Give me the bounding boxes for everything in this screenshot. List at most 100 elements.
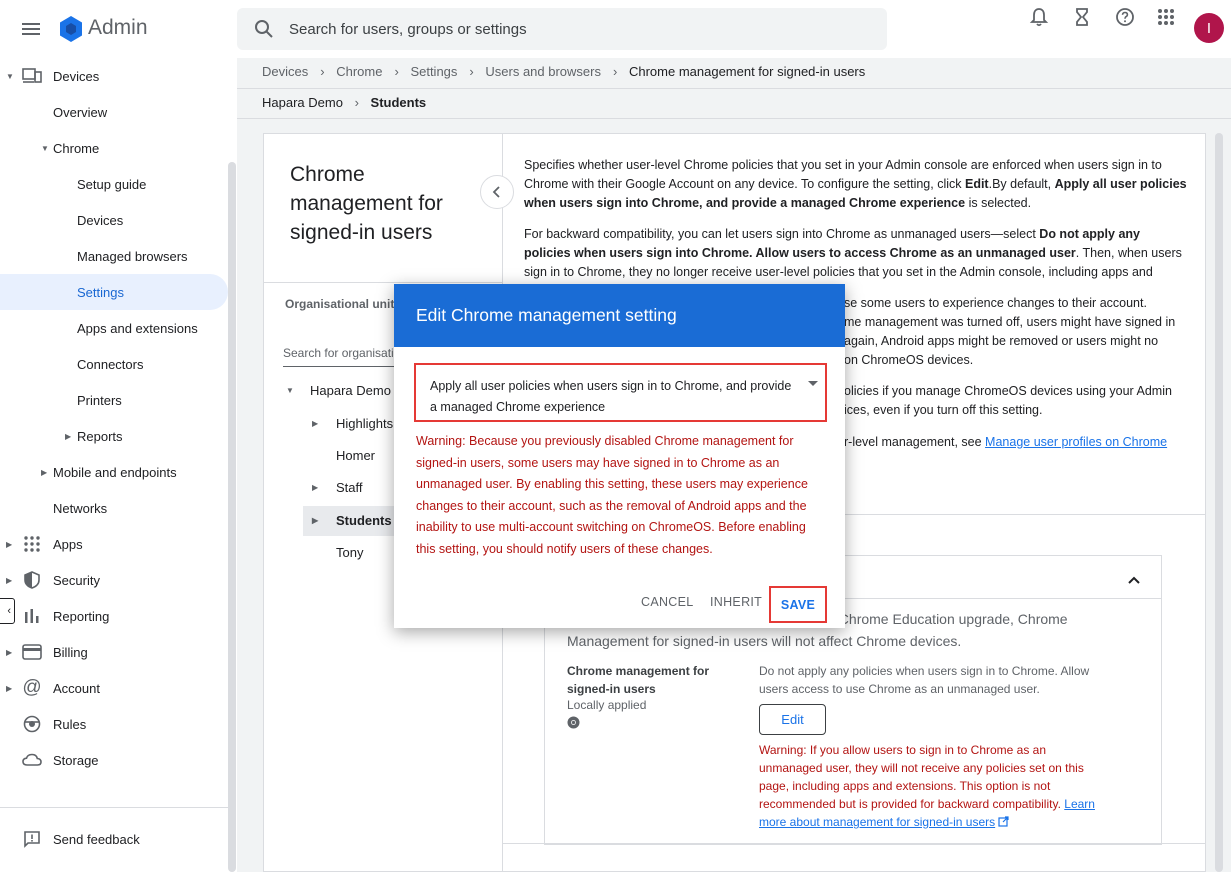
panel-divider [263, 282, 502, 283]
breadcrumb-chrome[interactable]: Chrome [336, 64, 382, 79]
dialog-title: Edit Chrome management setting [416, 305, 677, 325]
expand-right-icon: ▶ [6, 683, 13, 693]
sidebar-item-label: Overview [53, 104, 108, 120]
sidebar-item-rules[interactable]: Rules [0, 708, 228, 740]
sidebar-item-reports[interactable]: ▶ Reports [0, 420, 228, 452]
search-bar[interactable] [237, 8, 887, 50]
expand-down-icon: ▼ [6, 71, 14, 81]
setting-note-line: Management for signed-in users will not … [567, 633, 962, 649]
description-paragraph-5: r-level management, see Manage user prof… [844, 433, 1188, 452]
sidebar-item-label: Chrome [53, 140, 100, 156]
help-icon [1116, 8, 1134, 26]
setting-value: Do not apply any policies when users sig… [759, 664, 1090, 696]
ou-path: Hapara Demo › Students [262, 95, 426, 110]
sidebar-item-setup-guide[interactable]: Setup guide [0, 168, 228, 200]
edit-setting-dialog: Edit Chrome management setting Apply all… [394, 284, 845, 628]
description-paragraph-1: Specifies whether user-level Chrome poli… [524, 156, 1188, 213]
search-input[interactable] [289, 8, 869, 50]
cancel-button[interactable]: CANCEL [641, 595, 694, 609]
desc-line: olicies if you manage ChromeOS devices u… [844, 384, 1172, 398]
notifications-button[interactable] [1022, 0, 1056, 34]
sidebar-item-settings[interactable]: Settings [0, 274, 228, 310]
save-button[interactable]: SAVE [769, 586, 827, 623]
setting-dropdown[interactable]: Apply all user policies when users sign … [414, 363, 827, 422]
expand-right-icon: ▶ [6, 647, 13, 657]
billing-card-icon [22, 642, 42, 662]
feedback-icon [22, 829, 42, 849]
expand-right-icon: ▶ [312, 419, 319, 428]
description-paragraph-3: se some users to experience changes to t… [844, 294, 1188, 370]
inherit-button[interactable]: INHERIT [710, 595, 762, 609]
admin-logo-icon[interactable] [57, 15, 85, 43]
breadcrumb-current: Chrome management for signed-in users [628, 64, 866, 79]
sidebar-item-managed-browsers[interactable]: Managed browsers [0, 240, 228, 272]
sidebar-item-reporting[interactable]: Reporting [0, 600, 228, 632]
breadcrumb-separator: › [394, 64, 399, 79]
bell-icon [1029, 8, 1049, 27]
desc-line: se some users to experience changes to t… [844, 296, 1147, 310]
sidebar-item-overview[interactable]: Overview [0, 96, 228, 128]
setting-warning-text: Warning: If you allow users to sign in t… [759, 743, 1084, 811]
apps-launcher-button[interactable] [1149, 0, 1183, 34]
sidebar-item-connectors[interactable]: Connectors [0, 348, 228, 380]
sidebar-item-label: Billing [53, 644, 88, 660]
collapse-panel-button[interactable] [480, 175, 514, 209]
sidebar-item-chrome-devices[interactable]: Devices [0, 204, 228, 236]
security-shield-icon [22, 570, 42, 590]
sidebar-scrollbar[interactable] [228, 162, 236, 872]
ou-heading: Organisational units [285, 297, 402, 311]
ou-path-parent[interactable]: Hapara Demo [262, 95, 343, 110]
dialog-warning: Warning: Because you previously disabled… [416, 434, 808, 556]
edit-button[interactable]: Edit [759, 704, 826, 735]
expand-right-icon: ▶ [41, 467, 48, 477]
expand-down-icon: ▼ [286, 386, 294, 395]
breadcrumb-devices[interactable]: Devices [262, 64, 308, 79]
sidebar-item-devices[interactable]: ▼ Devices [0, 60, 228, 92]
storage-cloud-icon [22, 750, 42, 770]
sidebar-item-networks[interactable]: Networks [0, 492, 228, 524]
sidebar-item-apps-and-extensions[interactable]: Apps and extensions [0, 312, 228, 344]
send-feedback-button[interactable]: Send feedback [0, 823, 228, 855]
sidebar-item-label: Rules [53, 716, 87, 732]
sidebar-item-printers[interactable]: Printers [0, 384, 228, 416]
sidebar-item-mobile-and-endpoints[interactable]: ▶ Mobile and endpoints [0, 456, 228, 488]
sidebar-item-label: Apps and extensions [77, 320, 198, 336]
chevron-up-icon[interactable] [1124, 570, 1144, 590]
desc-text: For backward compatibility, you can let … [524, 227, 1040, 241]
manage-user-profiles-link[interactable]: Manage user profiles on Chrome [985, 435, 1167, 449]
breadcrumb-users-and-browsers[interactable]: Users and browsers [485, 64, 601, 79]
sidebar-item-label: Devices [77, 212, 124, 228]
devices-icon [22, 66, 42, 86]
avatar[interactable]: I [1194, 13, 1224, 43]
account-at-icon: @ [22, 677, 42, 698]
expand-right-icon: ▶ [6, 539, 13, 549]
sidebar-item-label: Reports [77, 428, 123, 444]
ou-path-current: Students [370, 95, 427, 110]
dialog-header: Edit Chrome management setting [394, 284, 845, 347]
help-button[interactable] [1108, 0, 1142, 34]
breadcrumb-settings[interactable]: Settings [410, 64, 457, 79]
dropdown-selected-value: Apply all user policies when users sign … [430, 379, 792, 414]
search-icon[interactable] [253, 18, 275, 40]
main-scrollbar[interactable] [1215, 133, 1223, 872]
sidebar-item-apps[interactable]: ▶ Apps [0, 528, 228, 560]
sidebar-item-label: Connectors [77, 356, 144, 372]
sidebar-item-label: Managed browsers [77, 248, 188, 264]
tasks-button[interactable] [1065, 0, 1099, 34]
sidebar-item-storage[interactable]: Storage [0, 744, 228, 776]
sidebar-item-security[interactable]: ▶ Security [0, 564, 228, 596]
menu-icon[interactable] [20, 18, 42, 40]
sidebar-item-billing[interactable]: ▶ Billing [0, 636, 228, 668]
brand-name[interactable]: Admin [88, 16, 148, 40]
sidebar-item-label: Security [53, 572, 100, 588]
sidebar-item-chrome[interactable]: ▼ Chrome [0, 132, 228, 164]
external-link-icon [998, 816, 1010, 827]
sidebar-item-account[interactable]: ▶ @ Account [0, 672, 228, 704]
expand-right-icon: ▶ [312, 483, 319, 492]
setting-name: Chrome management for signed-in users [567, 664, 710, 696]
tree-item-tony[interactable]: Tony [336, 545, 363, 560]
breadcrumb-divider [237, 88, 1231, 89]
send-feedback-label: Send feedback [53, 831, 140, 847]
sidebar-item-label: Setup guide [77, 176, 147, 192]
tree-item-homer[interactable]: Homer [336, 448, 375, 463]
